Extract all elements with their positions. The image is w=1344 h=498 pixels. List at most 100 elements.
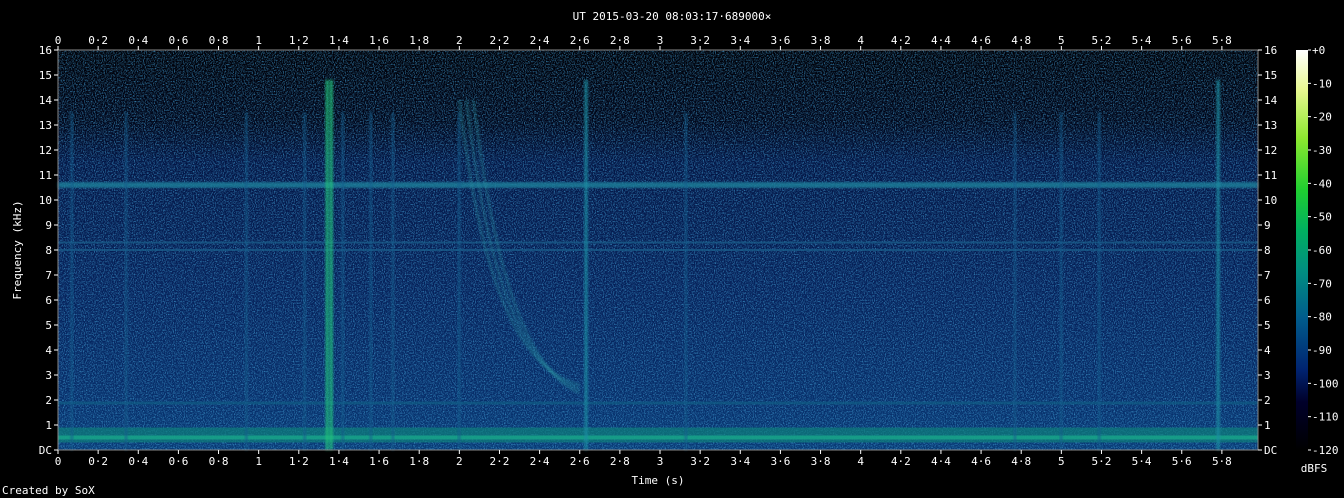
x-tick-label-top: 5·8 (1212, 34, 1232, 47)
x-tick-label: 4 (857, 455, 864, 468)
colorbar-tick-label: -20 (1312, 111, 1332, 124)
colorbar-tick-label: -60 (1312, 244, 1332, 257)
x-tick-label-top: 0·4 (128, 34, 148, 47)
y-tick-label: 3 (45, 369, 52, 382)
chart-title: UT 2015-03-20 08:03:17·689000× (573, 10, 772, 23)
colorbar: +0 -10 -20 -30 -40 -50 -60 -70 -80 -90 -100 -110 -12… (1296, 44, 1339, 457)
x-tick-label: 2 (456, 455, 463, 468)
x-tick-label-top: 1·4 (329, 34, 349, 47)
y-tick-label-right: 5 (1264, 319, 1271, 332)
x-tick-label: 4·6 (971, 455, 991, 468)
x-tick-label: 0·4 (128, 455, 148, 468)
y-tick-label: 12 (39, 144, 52, 157)
y-tick-label-right: 16 (1264, 44, 1277, 57)
y-axis-label: Frequency (kHz) (11, 200, 24, 299)
x-tick-label: 2·8 (610, 455, 630, 468)
x-tick-label: 5·6 (1172, 455, 1192, 468)
vertical-event (391, 112, 394, 450)
colorbar-label: dBFS (1301, 462, 1328, 475)
x-tick-label-top: 3·8 (811, 34, 831, 47)
vertical-event (584, 80, 588, 450)
x-tick-label-top: 2·6 (570, 34, 590, 47)
x-tick-label-top: 5·2 (1092, 34, 1112, 47)
credit-text: Created by SoX (2, 484, 95, 497)
y-tick-label-right: 3 (1264, 369, 1271, 382)
y-tick-label: 9 (45, 219, 52, 232)
x-tick-label-top: 2·2 (490, 34, 510, 47)
y-tick-label-right: 7 (1264, 269, 1271, 282)
x-tick-label-top: 2·8 (610, 34, 630, 47)
y-tick-label-right: 8 (1264, 244, 1271, 257)
x-tick-label: 5·2 (1092, 455, 1112, 468)
vertical-event (70, 112, 73, 450)
vertical-event (303, 112, 306, 450)
vertical-event (245, 112, 248, 450)
spectrogram-plot-area (57, 49, 1259, 451)
vertical-event (369, 112, 372, 450)
y-tick-label-right: 9 (1264, 219, 1271, 232)
x-tick-label-top: 0·2 (88, 34, 108, 47)
x-tick-label: 0 (55, 455, 62, 468)
x-tick-label-top: 3·6 (770, 34, 790, 47)
colorbar-tick-label: -50 (1312, 211, 1332, 224)
x-tick-label: 1·6 (369, 455, 389, 468)
x-tick-label: 0·2 (88, 455, 108, 468)
x-tick-label-top: 4·2 (891, 34, 911, 47)
y-tick-label: 10 (39, 194, 52, 207)
x-tick-label-top: 0·6 (168, 34, 188, 47)
x-tick-label-top: 1·6 (369, 34, 389, 47)
x-tick-label-top: 1·2 (289, 34, 309, 47)
vertical-event (1216, 80, 1220, 450)
x-tick-label-top: 2 (456, 34, 463, 47)
y-tick-label: 7 (45, 269, 52, 282)
x-tick-label: 0·8 (209, 455, 229, 468)
vertical-event (329, 80, 333, 450)
x-tick-label: 1·8 (409, 455, 429, 468)
band-2khz (58, 401, 1258, 405)
x-tick-label: 2·6 (570, 455, 590, 468)
y-tick-label: 1 (45, 419, 52, 432)
x-tick-label: 1·2 (289, 455, 309, 468)
x-tick-label-top: 1·8 (409, 34, 429, 47)
vertical-event (684, 112, 687, 450)
y-tick-label: 16 (39, 44, 52, 57)
y-tick-label: 6 (45, 294, 52, 307)
x-tick-label: 3·6 (770, 455, 790, 468)
x-tick-label-top: 5·6 (1172, 34, 1192, 47)
low-frequency-band (58, 427, 1258, 443)
colorbar-tick-label: -110 (1312, 411, 1339, 424)
y-tick-label: 13 (39, 119, 52, 132)
x-tick-label: 5 (1058, 455, 1065, 468)
x-tick-label: 3·4 (730, 455, 750, 468)
y-tick-label-right: 1 (1264, 419, 1271, 432)
x-tick-label-top: 4 (857, 34, 864, 47)
vertical-event (1098, 112, 1101, 450)
x-tick-label-top: 1 (255, 34, 262, 47)
y-tick-label-right: 4 (1264, 344, 1271, 357)
x-tick-label: 2·4 (530, 455, 550, 468)
x-tick-label: 1 (255, 455, 262, 468)
x-tick-label: 5·8 (1212, 455, 1232, 468)
y-tick-label: 8 (45, 244, 52, 257)
x-tick-label: 3·8 (811, 455, 831, 468)
x-tick-label-top: 0 (55, 34, 62, 47)
y-tick-label: 14 (39, 94, 53, 107)
colorbar-tick-label: -30 (1312, 144, 1332, 157)
colorbar-scale (1296, 50, 1308, 450)
low-frequency-band-core (58, 435, 1258, 440)
y-tick-label: 11 (39, 169, 52, 182)
x-tick-label: 0·6 (168, 455, 188, 468)
y-tick-label-right: 13 (1264, 119, 1277, 132)
colorbar-tick-label: +0 (1312, 44, 1325, 57)
y-tick-label-right: 6 (1264, 294, 1271, 307)
x-tick-label: 2·2 (490, 455, 510, 468)
hum-band (58, 182, 1258, 188)
x-tick-label: 5·4 (1132, 455, 1152, 468)
x-tick-label-top: 2·4 (530, 34, 550, 47)
colorbar-tick-label: -40 (1312, 177, 1332, 190)
x-tick-label-top: 3 (657, 34, 664, 47)
vertical-event (125, 112, 128, 450)
x-tick-label-top: 5·4 (1132, 34, 1152, 47)
vertical-event (458, 112, 461, 450)
y-tick-label: DC (39, 444, 52, 457)
